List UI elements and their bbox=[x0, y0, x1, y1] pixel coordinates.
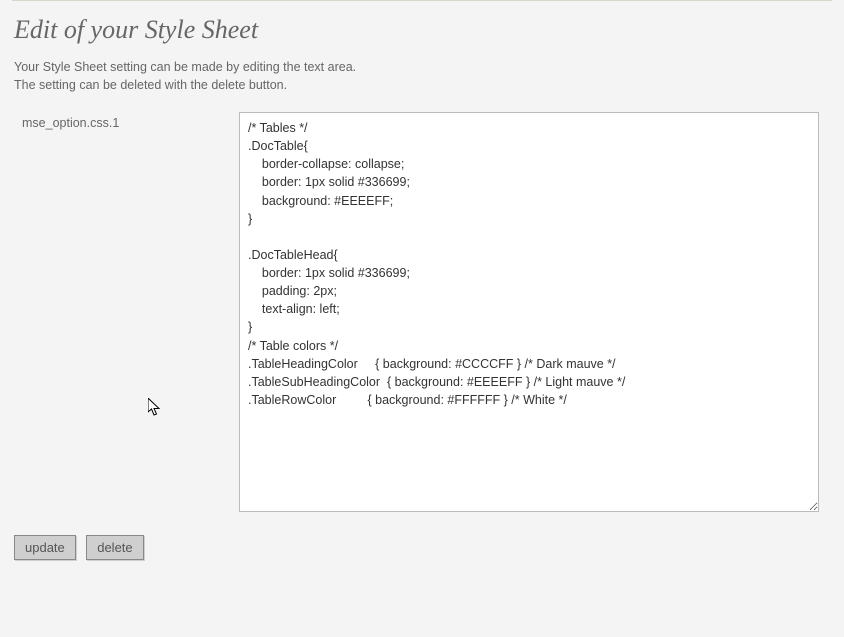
page-title: Edit of your Style Sheet bbox=[14, 15, 830, 45]
stylesheet-field-row: mse_option.css.1 bbox=[14, 112, 830, 517]
stylesheet-filename-label: mse_option.css.1 bbox=[14, 112, 239, 130]
stylesheet-textarea[interactable] bbox=[239, 112, 819, 512]
action-buttons: update delete bbox=[14, 535, 830, 560]
top-divider bbox=[12, 0, 832, 1]
intro-line-2: The setting can be deleted with the dele… bbox=[14, 78, 287, 92]
delete-button[interactable]: delete bbox=[86, 535, 143, 560]
stylesheet-input-wrapper bbox=[239, 112, 830, 517]
intro-text: Your Style Sheet setting can be made by … bbox=[14, 59, 830, 94]
intro-line-1: Your Style Sheet setting can be made by … bbox=[14, 60, 356, 74]
update-button[interactable]: update bbox=[14, 535, 76, 560]
